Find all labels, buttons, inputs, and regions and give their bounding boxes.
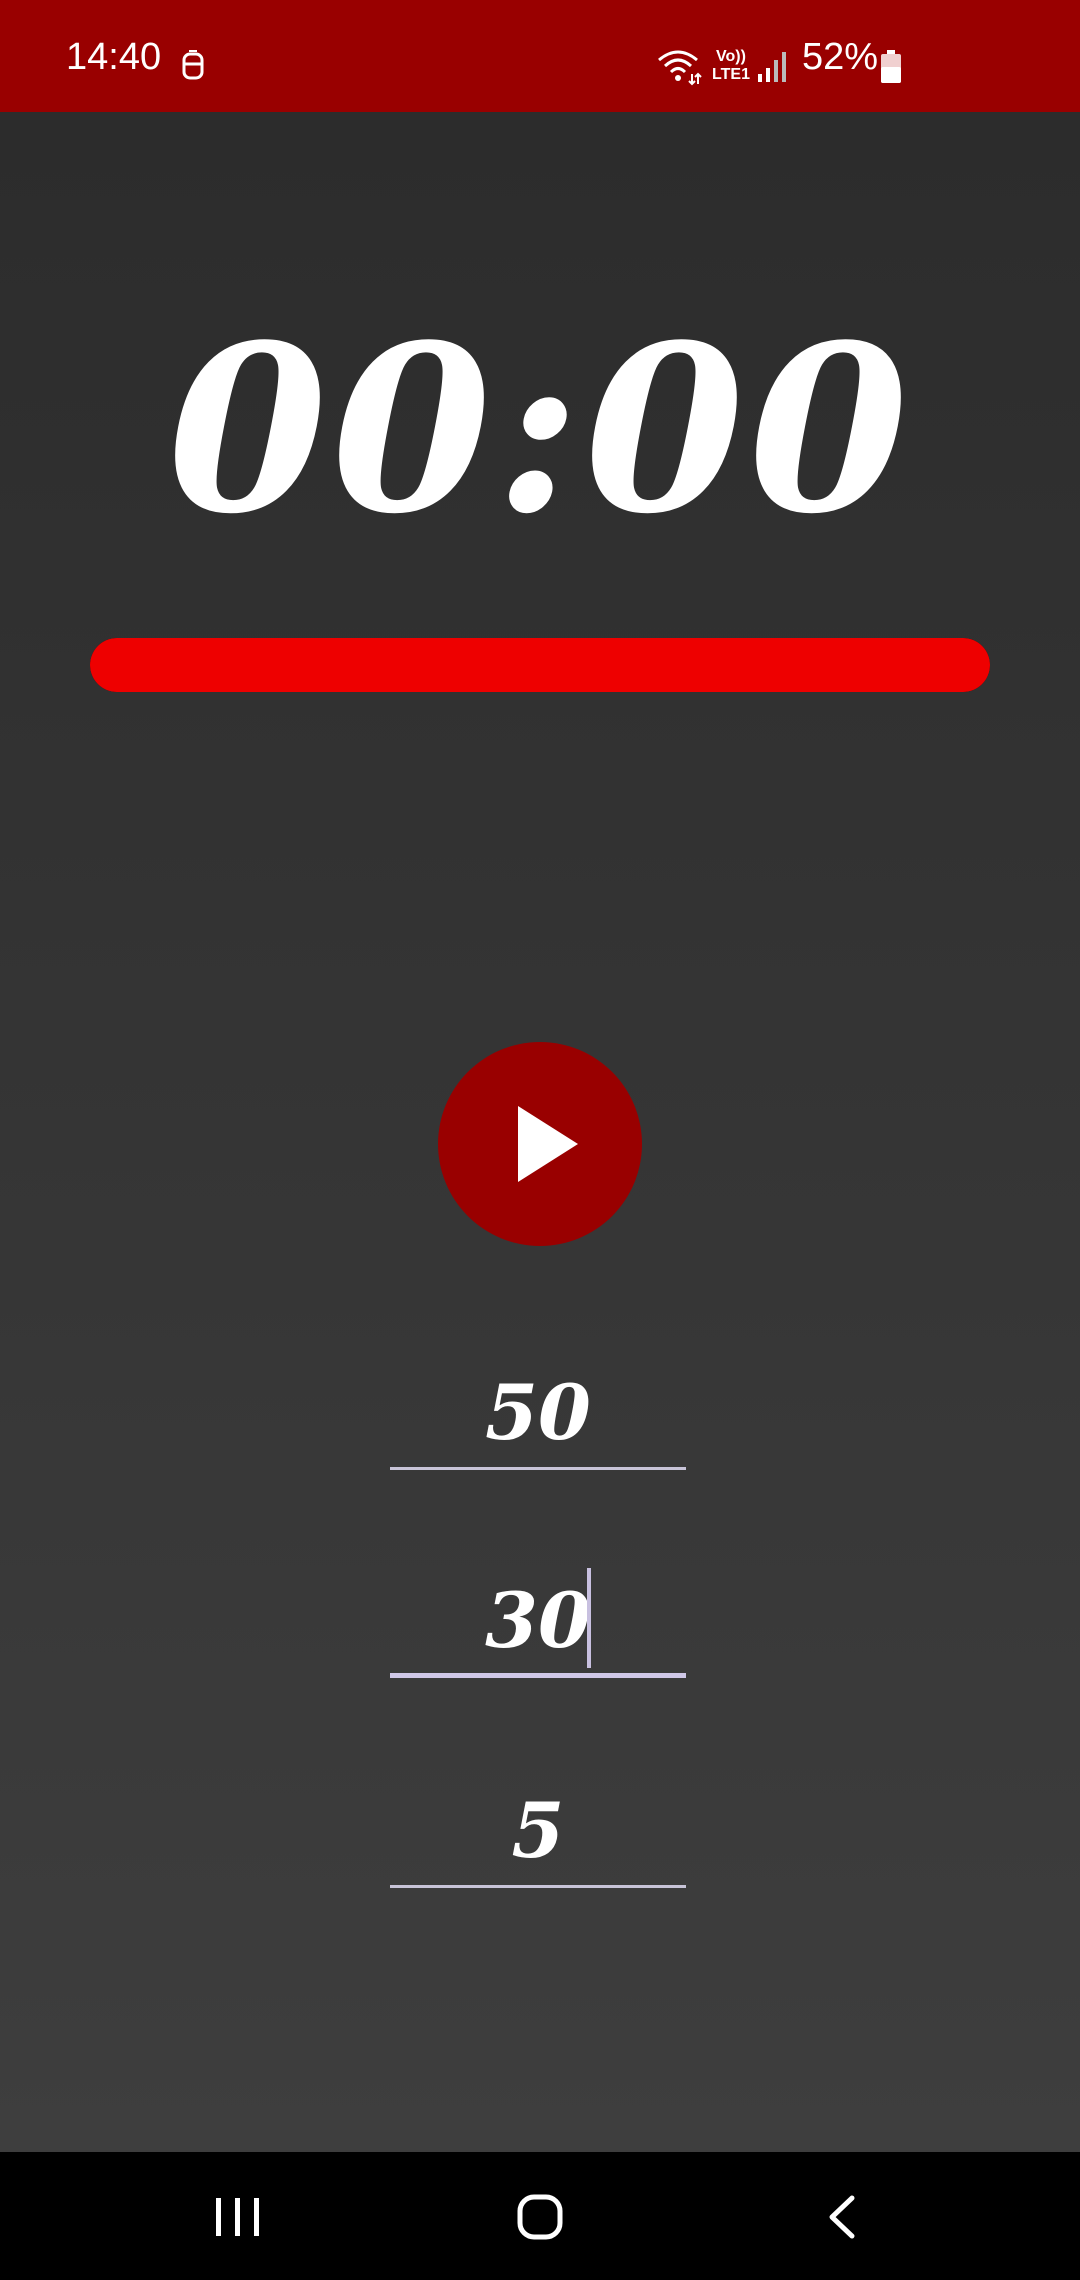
rest-seconds-input[interactable] (390, 1568, 686, 1672)
work-seconds-field-container (390, 1360, 686, 1470)
home-icon (517, 2194, 563, 2240)
timer-display: 00:00 (167, 295, 913, 565)
rest-seconds-underline (390, 1673, 686, 1678)
rounds-field-container (390, 1778, 686, 1888)
play-icon (518, 1106, 578, 1182)
play-button[interactable] (438, 1042, 642, 1246)
rest-seconds-field-container (390, 1568, 686, 1678)
navigation-bar (0, 2152, 1080, 2280)
back-icon (829, 2195, 855, 2239)
status-time: 14:40 (66, 36, 162, 78)
recents-button[interactable] (178, 2176, 298, 2256)
progress-bar-fill (90, 638, 990, 692)
rounds-underline (390, 1885, 686, 1888)
rounds-input[interactable] (390, 1778, 686, 1882)
volte-label: Vo)) (716, 48, 746, 65)
progress-bar (90, 638, 990, 692)
lte-label: LTE1 (712, 66, 750, 83)
status-bar: 14:40 Vo)) LTE1 52% (0, 0, 1080, 112)
notification-icon (182, 50, 204, 80)
work-seconds-underline (390, 1467, 686, 1470)
signal-icon (758, 52, 786, 82)
home-button[interactable] (480, 2176, 600, 2256)
recents-icon (216, 2198, 259, 2236)
battery-percentage: 52% (802, 36, 879, 78)
volte-indicator: Vo)) LTE1 (708, 48, 754, 88)
text-cursor (587, 1568, 591, 1668)
wifi-icon (658, 50, 702, 86)
battery-icon (881, 50, 901, 83)
work-seconds-input[interactable] (390, 1360, 686, 1464)
back-button[interactable] (782, 2176, 902, 2256)
